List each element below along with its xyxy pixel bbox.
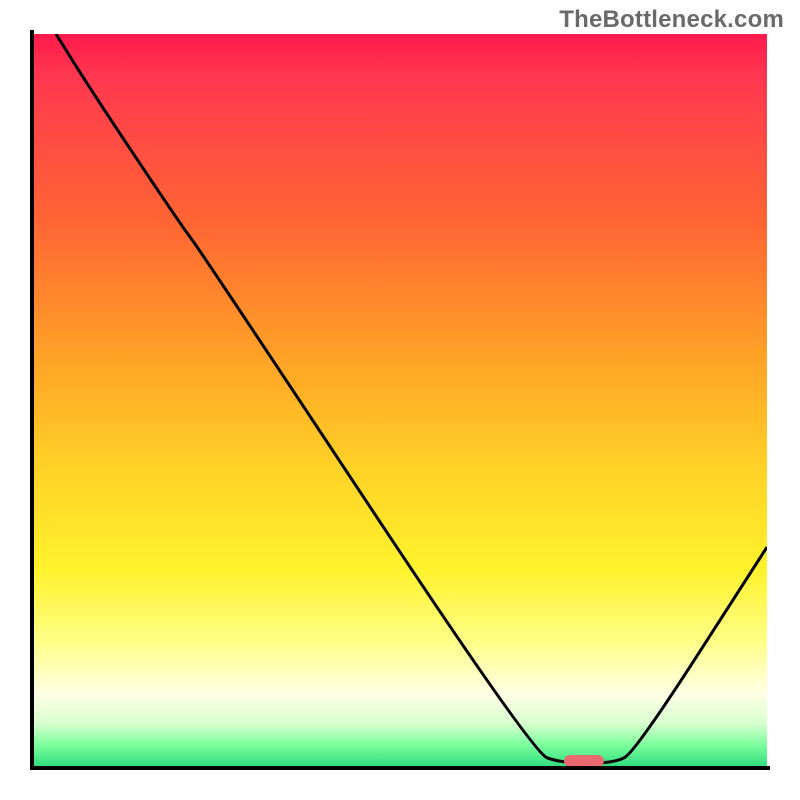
chart-background-gradient: [34, 34, 767, 767]
optimal-marker: [564, 755, 604, 767]
chart-stage: TheBottleneck.com: [0, 0, 800, 800]
watermark-text: TheBottleneck.com: [559, 6, 784, 34]
